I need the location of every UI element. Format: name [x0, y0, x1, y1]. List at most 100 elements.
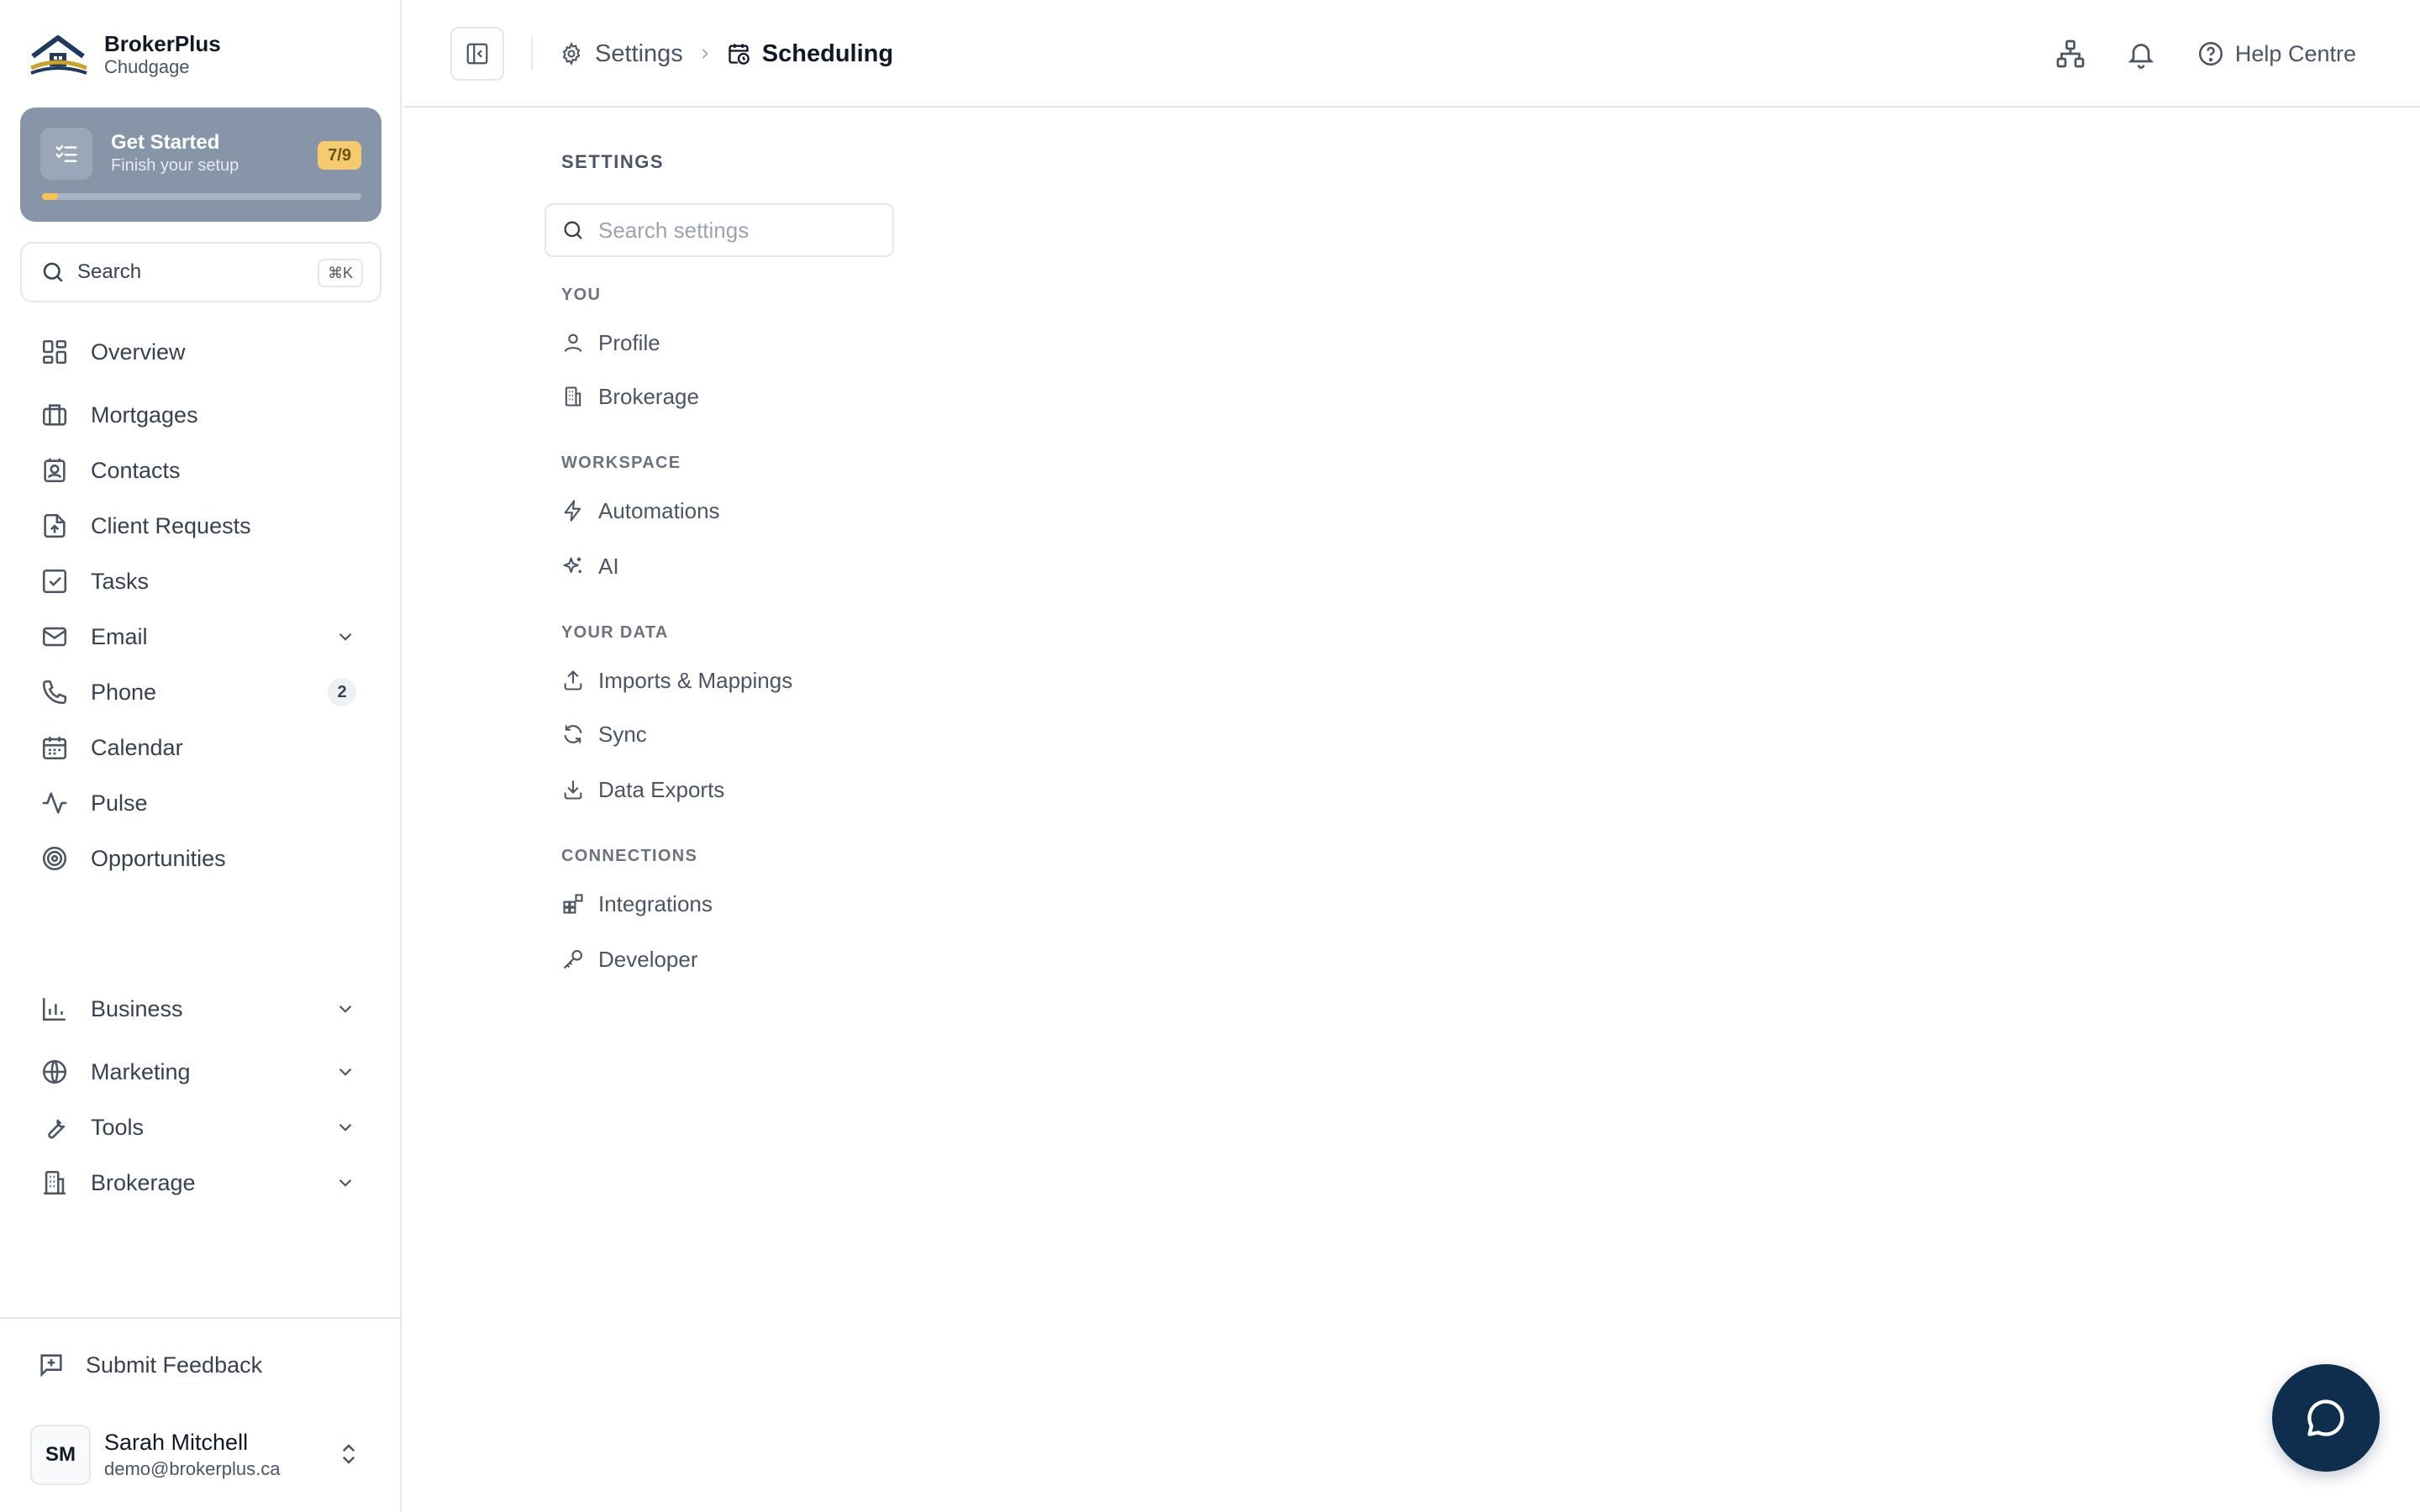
bell-icon[interactable]	[2126, 39, 2156, 69]
settings-search[interactable]	[544, 203, 894, 257]
settings-search-input[interactable]	[598, 217, 876, 244]
sidebar-item-label: Business	[91, 995, 183, 1021]
sidebar-item-brokerage[interactable]: Brokerage	[20, 1155, 381, 1210]
gear-icon	[562, 42, 581, 66]
sidebar-item-label: Mortgages	[91, 402, 198, 428]
get-started-card[interactable]: Get Started Finish your setup 7/9	[20, 108, 381, 222]
sidebar-item-mortgages[interactable]: Mortgages	[20, 387, 381, 443]
help-circle-icon	[2198, 41, 2223, 66]
briefcase-icon	[42, 404, 67, 426]
target-icon	[42, 846, 67, 871]
chevron-down-icon[interactable]	[334, 998, 356, 1020]
settings-item-developer[interactable]: Developer	[561, 939, 698, 979]
sidebar-item-opportunities[interactable]: Opportunities	[20, 831, 381, 886]
brand-logo-icon	[29, 24, 89, 85]
sidebar-item-calendar[interactable]: Calendar	[20, 720, 381, 775]
sidebar-search[interactable]: Search ⌘K	[20, 242, 381, 302]
submit-feedback-label: Submit Feedback	[86, 1352, 263, 1378]
settings-item-exports[interactable]: Data Exports	[561, 769, 724, 810]
upload-icon	[564, 670, 582, 690]
user-email: demo@brokerplus.ca	[104, 1458, 281, 1479]
settings-item-automations[interactable]: Automations	[561, 491, 720, 531]
get-started-title: Get Started	[111, 131, 220, 154]
settings-item-profile[interactable]: Profile	[561, 323, 660, 363]
chat-launcher-button[interactable]	[2272, 1364, 2380, 1472]
group-label-you: YOU	[561, 286, 602, 304]
sidebar-item-overview[interactable]: Overview	[20, 324, 381, 380]
settings-item-label: AI	[598, 553, 619, 579]
brand[interactable]: BrokerPlus Chudgage	[29, 25, 221, 84]
contact-card-icon	[44, 458, 66, 483]
sidebar-item-label: Opportunities	[91, 845, 226, 871]
search-icon	[43, 262, 63, 282]
sidebar-item-business[interactable]: Business	[20, 981, 381, 1037]
globe-icon	[42, 1059, 67, 1084]
get-started-subtitle: Finish your setup	[111, 156, 239, 175]
refresh-icon	[564, 725, 582, 743]
user-icon	[564, 333, 582, 353]
chevron-down-icon[interactable]	[334, 1061, 356, 1083]
divider	[531, 37, 533, 71]
breadcrumb-settings[interactable]: Settings	[560, 40, 683, 68]
settings-item-ai[interactable]: AI	[561, 546, 619, 586]
sparkles-icon	[563, 557, 581, 574]
page-title: Scheduling	[761, 39, 894, 67]
settings-heading: SETTINGS	[561, 151, 665, 172]
org-chart-icon[interactable]	[2055, 39, 2086, 69]
sidebar-item-tasks[interactable]: Tasks	[20, 554, 381, 609]
settings-item-label: Developer	[598, 946, 698, 972]
get-started-progress-fill	[42, 193, 58, 200]
chevron-right-icon	[702, 49, 708, 59]
sidebar-item-client-requests[interactable]: Client Requests	[20, 498, 381, 554]
sidebar-item-pulse[interactable]: Pulse	[20, 775, 381, 831]
settings-item-label: Integrations	[598, 890, 713, 916]
brand-name: BrokerPlus	[104, 31, 221, 56]
user-menu[interactable]: SM Sarah Mitchell demo@brokerplus.ca	[30, 1420, 375, 1490]
sidebar-item-label: Calendar	[91, 734, 183, 760]
settings-item-label: Imports & Mappings	[598, 667, 793, 693]
sidebar-search-label: Search	[77, 260, 142, 283]
settings-item-label: Profile	[598, 329, 660, 355]
collapse-sidebar-button[interactable]	[450, 27, 504, 81]
breadcrumb: Settings Scheduling	[560, 34, 893, 74]
settings-item-label: Automations	[598, 497, 720, 523]
sidebar-item-label: Email	[91, 623, 148, 649]
settings-item-sync[interactable]: Sync	[561, 714, 647, 754]
sidebar-item-tools[interactable]: Tools	[20, 1100, 381, 1155]
settings-item-label: Sync	[598, 721, 647, 747]
sidebar-item-label: Pulse	[91, 790, 148, 816]
help-centre-button[interactable]: Help Centre	[2196, 39, 2356, 68]
download-icon	[564, 780, 582, 800]
chevron-down-icon[interactable]	[334, 1116, 356, 1138]
sidebar-item-label: Brokerage	[91, 1169, 196, 1195]
calendar-icon	[42, 737, 67, 760]
breadcrumb-settings-label: Settings	[595, 39, 683, 67]
help-centre-label: Help Centre	[2234, 40, 2356, 66]
submit-feedback-button[interactable]: Submit Feedback	[37, 1351, 262, 1379]
search-icon	[564, 221, 582, 239]
settings-item-brokerage[interactable]: Brokerage	[561, 376, 699, 417]
top-actions: Help Centre	[2055, 32, 2356, 76]
activity-icon	[42, 792, 67, 814]
chevron-down-icon[interactable]	[334, 1172, 356, 1194]
sidebar-item-label: Tools	[91, 1114, 145, 1140]
sidebar-item-phone[interactable]: Phone 2	[20, 664, 381, 720]
sidebar: BrokerPlus Chudgage Get Started Finish y…	[0, 0, 402, 1512]
get-started-progress-bar	[42, 193, 361, 200]
sidebar-item-marketing[interactable]: Marketing	[20, 1044, 381, 1100]
sidebar-item-label: Contacts	[91, 457, 181, 483]
mail-icon	[42, 627, 67, 647]
message-plus-icon	[40, 1354, 62, 1378]
sidebar-item-contacts[interactable]: Contacts	[20, 443, 381, 498]
chevron-down-icon[interactable]	[334, 626, 356, 648]
sidebar-item-label: Client Requests	[91, 512, 251, 538]
chevrons-up-down-icon[interactable]	[336, 1441, 361, 1467]
sidebar-item-email[interactable]: Email	[20, 609, 381, 664]
building-icon	[565, 386, 581, 407]
settings-item-label: Data Exports	[598, 776, 725, 802]
settings-item-imports[interactable]: Imports & Mappings	[561, 660, 792, 701]
dashboard-icon	[42, 339, 67, 365]
lightning-icon	[564, 500, 581, 522]
group-label-workspace: WORKSPACE	[561, 454, 681, 472]
settings-item-integrations[interactable]: Integrations	[561, 884, 713, 924]
